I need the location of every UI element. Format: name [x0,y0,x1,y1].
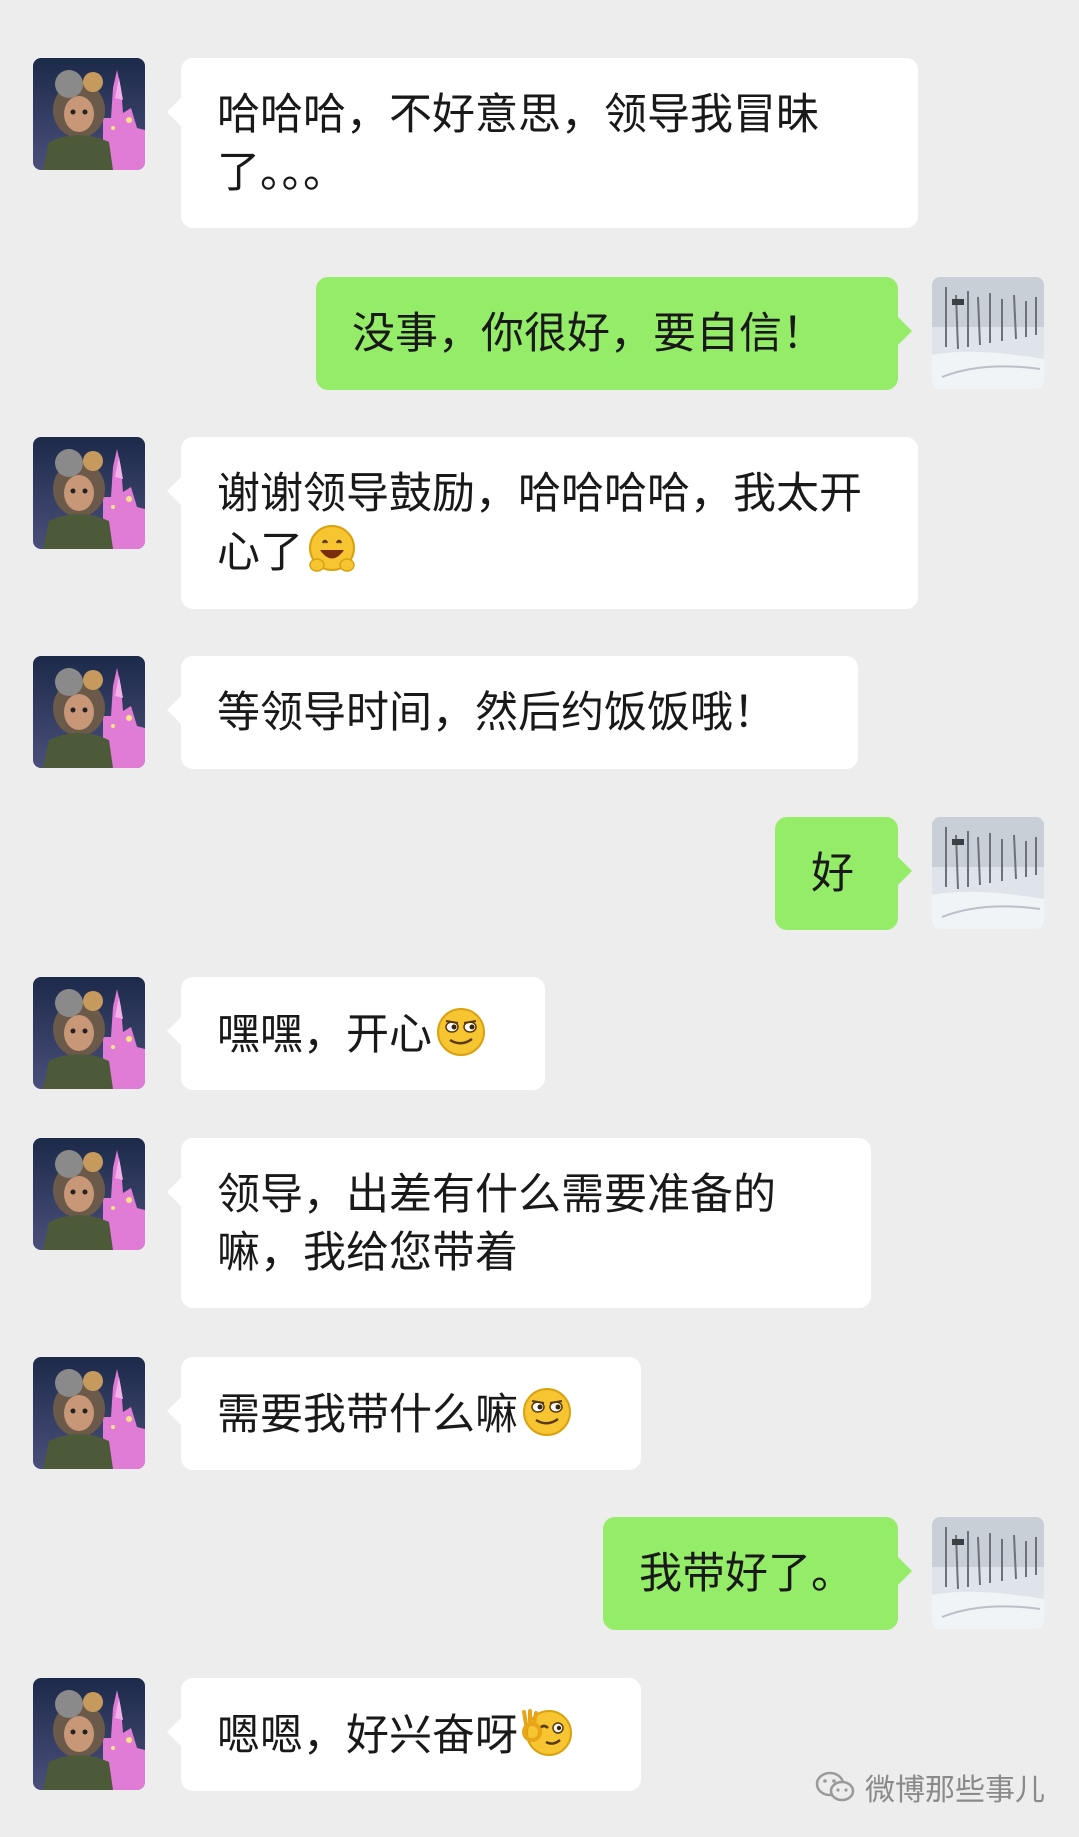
my-avatar[interactable] [932,1517,1044,1629]
message-text: 没事，你很好，要自信！ [352,309,825,359]
message-bubble-outgoing[interactable]: 好 [775,817,912,930]
message-text: 领导，出差有什么需要准备的嘛，我给您带着 [217,1170,776,1278]
message-bubble-outgoing[interactable]: 我带好了。 [603,1517,912,1630]
message-text: 嘿嘿，开心 [217,1010,432,1060]
message-text: 需要我带什么嘛 [217,1390,518,1440]
my-avatar[interactable] [932,817,1044,929]
message-bubble-incoming[interactable]: 嘿嘿，开心 [167,977,545,1090]
message-bubble-incoming[interactable]: 嗯嗯，好兴奋呀 [167,1678,641,1791]
contact-avatar[interactable] [33,656,145,768]
message-text: 等领导时间，然后约饭饭哦！ [217,688,776,738]
message-bubble-incoming[interactable]: 需要我带什么嘛 [167,1357,641,1470]
message-bubble-incoming[interactable]: 哈哈哈，不好意思，领导我冒昧了。。。 [167,58,918,228]
message-text: 我带好了。 [639,1549,854,1599]
message-text: 哈哈哈，不好意思，领导我冒昧了。。。 [217,90,819,198]
message-bubble-incoming[interactable]: 谢谢领导鼓励，哈哈哈哈，我太开心了 [167,437,918,609]
contact-avatar[interactable] [33,1678,145,1790]
chat-window: 哈哈哈，不好意思，领导我冒昧了。。。 没事，你很好，要自信！ 谢谢领导鼓励，哈哈… [0,0,1079,1837]
message-text: 嗯嗯，好兴奋呀 [217,1711,518,1761]
contact-avatar[interactable] [33,437,145,549]
happy-hands-emoji [305,523,359,577]
message-bubble-incoming[interactable]: 等领导时间，然后约饭饭哦！ [167,656,858,769]
contact-avatar[interactable] [33,58,145,170]
contact-avatar[interactable] [33,1357,145,1469]
watermark: 微博那些事儿 [815,1765,1045,1809]
wechat-icon [815,1771,855,1802]
watermark-text: 微博那些事儿 [865,1773,1045,1808]
ok-wink-emoji [520,1706,574,1760]
smirk-emoji [434,1005,488,1059]
contact-avatar[interactable] [33,977,145,1089]
message-text: 好 [811,849,854,899]
smirk-emoji [520,1385,574,1439]
my-avatar[interactable] [932,277,1044,389]
message-bubble-incoming[interactable]: 领导，出差有什么需要准备的嘛，我给您带着 [167,1138,871,1308]
contact-avatar[interactable] [33,1138,145,1250]
message-bubble-outgoing[interactable]: 没事，你很好，要自信！ [316,277,912,390]
